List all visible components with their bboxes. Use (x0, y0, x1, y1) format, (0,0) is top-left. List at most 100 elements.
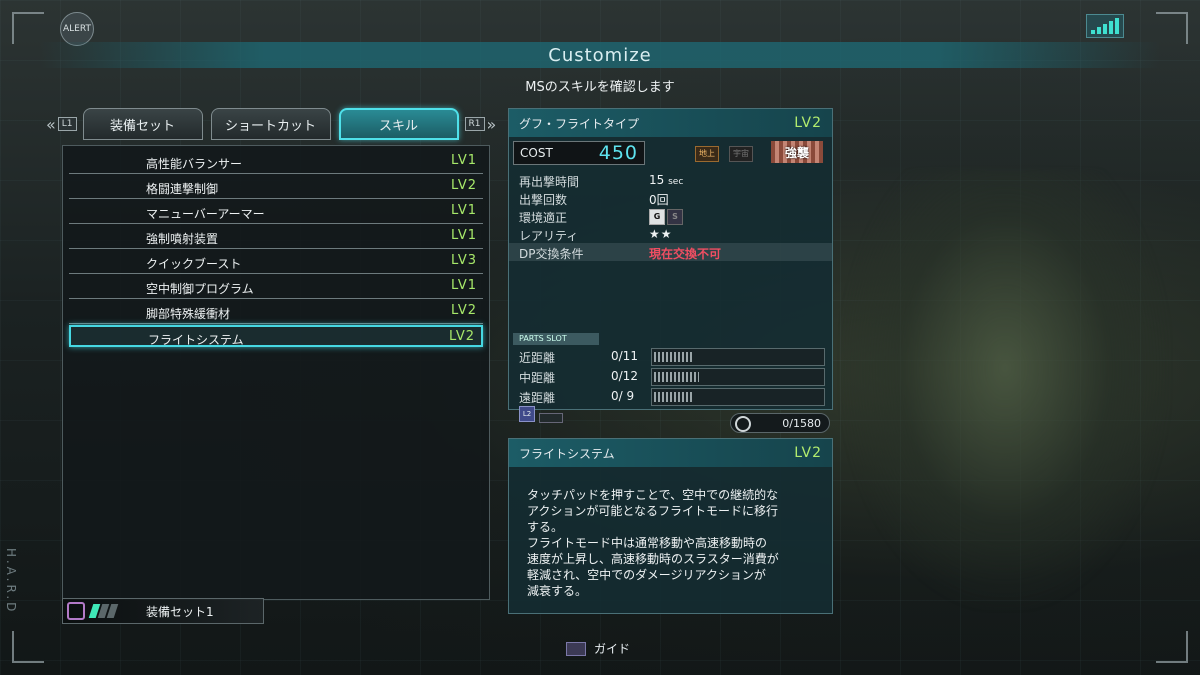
cost-box: COST 450 (513, 141, 645, 165)
loadout-indicator[interactable]: 装備セット1 (62, 598, 264, 624)
skill-list-item[interactable]: 高性能バランサー LV1 (69, 151, 483, 174)
double-chevron-right-icon: » (486, 114, 497, 134)
skill-name: 脚部特殊緩衝材 (146, 307, 231, 321)
skill-level: LV3 (451, 253, 477, 268)
l1-button-icon: L1 (57, 117, 77, 131)
tab-bar: « L1 装備セット ショートカット スキル R1 » (46, 107, 496, 141)
parts-key: 中距離 (519, 371, 556, 385)
guide-hint[interactable]: ガイド (566, 640, 630, 657)
stat-key: レアリティ (519, 229, 579, 243)
parts-value: 0/11 (611, 349, 638, 363)
parts-row: 中距離 0/12 (513, 367, 825, 386)
frame-corner (1156, 12, 1188, 44)
stat-value: 15 sec (649, 173, 684, 187)
skill-list-item[interactable]: マニューバーアーマー LV1 (69, 201, 483, 224)
skill-level: LV2 (449, 329, 475, 344)
square-button-icon (67, 602, 85, 620)
signal-strength-icon (1086, 14, 1124, 38)
frame-corner (12, 631, 44, 663)
rarity-stars: ★★ (649, 227, 673, 241)
skill-detail-name: フライトシステム (519, 446, 615, 461)
ms-header: グフ・フライトタイプ LV2 (509, 109, 832, 137)
skill-name: クイックブースト (146, 257, 242, 271)
skill-list-item[interactable]: 強制噴射装置 LV1 (69, 226, 483, 249)
ms-info-panel: グフ・フライトタイプ LV2 COST 450 地上 宇宙 強襲 再出撃時間 1… (508, 108, 833, 423)
frame-corner (12, 12, 44, 44)
env-ground-tag: 地上 (695, 146, 719, 162)
stat-key: DP交換条件 (519, 247, 584, 261)
skill-level: LV2 (451, 178, 477, 193)
env-icons: G S (649, 209, 683, 225)
parts-meter (651, 388, 825, 406)
parts-slot-label: PARTS SLOT (513, 333, 599, 345)
enhance-badge: 強襲 (771, 141, 823, 163)
skill-detail-level: LV2 (794, 445, 822, 461)
stat-value: 0回 (649, 193, 669, 207)
stat-row: 再出撃時間 15 sec (509, 171, 832, 189)
title-bar: Customize (40, 42, 1160, 68)
skill-detail-header: フライトシステム LV2 (509, 439, 832, 467)
parts-meter-fill (654, 372, 700, 382)
parts-value: 0/ 9 (611, 389, 635, 403)
stat-key: 再出撃時間 (519, 175, 580, 189)
parts-key: 近距離 (519, 351, 556, 365)
parts-row: 近距離 0/11 (513, 347, 825, 366)
side-brand-text: H.A.R.D (4, 548, 18, 615)
stat-row: 環境適正 G S (509, 207, 832, 225)
parts-meter-fill (654, 352, 693, 362)
skill-list-item-selected[interactable]: フライトシステム LV2 (69, 325, 483, 347)
tab-prev-hint[interactable]: « L1 (46, 115, 79, 134)
mobile-suit-image (840, 170, 1170, 610)
tab-equipment-set[interactable]: 装備セット (82, 108, 203, 140)
r1-button-icon: R1 (464, 117, 485, 131)
space-env-icon: S (667, 209, 683, 225)
tab-next-hint[interactable]: R1 » (463, 114, 497, 134)
parts-meter-fill (654, 392, 695, 402)
skill-list-item[interactable]: クイックブースト LV3 (69, 251, 483, 274)
stat-row: レアリティ ★★ (509, 225, 832, 243)
skill-list-item[interactable]: 脚部特殊緩衝材 LV2 (69, 301, 483, 324)
skill-level: LV1 (451, 278, 477, 293)
toggle-indicator-icon (539, 413, 563, 423)
guide-label: ガイド (594, 642, 631, 656)
capacity-value: 0/1580 (782, 416, 821, 430)
ms-name: グフ・フライトタイプ (519, 116, 640, 131)
page-title: Customize (548, 44, 652, 66)
ms-level: LV2 (794, 115, 822, 131)
skill-detail-panel: フライトシステム LV2 タッチパッドを押すことで、空中での継続的な アクション… (508, 438, 833, 614)
l2-button-icon[interactable]: L2 (519, 406, 535, 422)
cost-value: 450 (598, 142, 638, 164)
skill-description: タッチパッドを押すことで、空中での継続的な アクションが可能となるフライトモード… (527, 488, 779, 598)
capacity-indicator: 0/1580 (730, 413, 830, 433)
skill-list-panel: 高性能バランサー LV1 格闘連撃制御 LV2 マニューバーアーマー LV1 強… (62, 145, 490, 600)
skill-name: 格闘連撃制御 (146, 182, 219, 196)
loadout-bars (88, 604, 119, 618)
tab-shortcut[interactable]: ショートカット (210, 108, 331, 140)
parts-row: 遠距離 0/ 9 (513, 387, 825, 406)
parts-meter (651, 348, 825, 366)
skill-list-item[interactable]: 空中制御プログラム LV1 (69, 276, 483, 299)
skill-name: マニューバーアーマー (146, 207, 265, 221)
skill-level: LV1 (451, 228, 477, 243)
alert-icon: ALERT (60, 12, 94, 46)
cost-label: COST (520, 146, 553, 160)
wrench-icon (735, 416, 751, 432)
stat-row: DP交換条件 現在交換不可 (509, 243, 832, 261)
skill-level: LV2 (451, 303, 477, 318)
loadout-label: 装備セット1 (146, 604, 214, 619)
frame-corner (1156, 631, 1188, 663)
skill-list-item[interactable]: 格闘連撃制御 LV2 (69, 176, 483, 199)
ground-env-icon: G (649, 209, 665, 225)
skill-name: フライトシステム (148, 333, 244, 347)
skill-name: 高性能バランサー (146, 157, 243, 171)
touchpad-button-icon (566, 641, 586, 656)
skill-level: LV1 (451, 203, 477, 218)
parts-value: 0/12 (611, 369, 638, 383)
stat-key: 環境適正 (519, 211, 568, 225)
skill-name: 空中制御プログラム (146, 282, 254, 296)
stat-key: 出撃回数 (519, 193, 568, 207)
parts-meter (651, 368, 825, 386)
tab-skill[interactable]: スキル (338, 108, 459, 140)
page-subtitle: MSのスキルを確認します (525, 80, 675, 95)
skill-level: LV1 (451, 153, 477, 168)
